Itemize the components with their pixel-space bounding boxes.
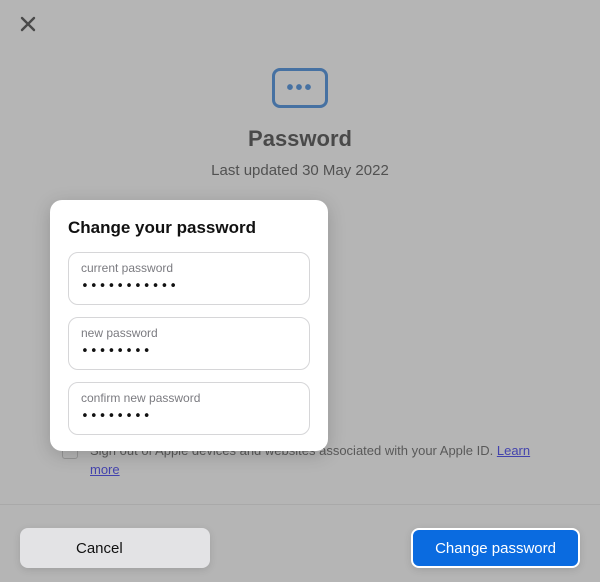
- confirm-password-label: confirm new password: [81, 391, 297, 405]
- current-password-field[interactable]: current password •••••••••••: [68, 252, 310, 305]
- change-password-button[interactable]: Change password: [411, 528, 580, 568]
- confirm-password-value: ••••••••: [81, 409, 297, 424]
- last-updated-text: Last updated 30 May 2022: [211, 162, 389, 179]
- close-icon: [20, 16, 36, 37]
- new-password-field[interactable]: new password ••••••••: [68, 317, 310, 370]
- current-password-value: •••••••••••: [81, 279, 297, 294]
- new-password-label: new password: [81, 326, 297, 340]
- close-button[interactable]: [16, 14, 40, 38]
- cancel-button[interactable]: Cancel: [20, 528, 210, 568]
- change-password-dialog: Change your password current password ••…: [50, 200, 328, 451]
- current-password-label: current password: [81, 261, 297, 275]
- confirm-password-field[interactable]: confirm new password ••••••••: [68, 382, 310, 435]
- password-icon: •••: [272, 68, 328, 108]
- dialog-button-row: Cancel Change password: [0, 528, 600, 568]
- page-title: Password: [248, 126, 352, 152]
- new-password-value: ••••••••: [81, 344, 297, 359]
- dialog-title: Change your password: [68, 218, 310, 238]
